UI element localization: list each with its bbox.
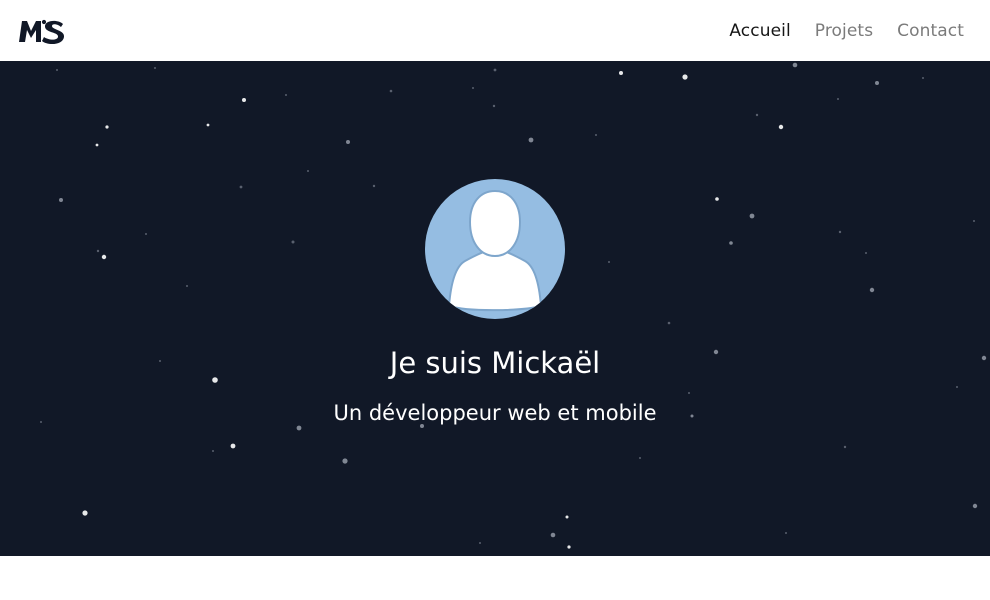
top-navbar: Accueil Projets Contact [0, 0, 990, 61]
nav-link-accueil[interactable]: Accueil [729, 21, 790, 41]
hero-content: Je suis Mickaël Un développeur web et mo… [0, 179, 990, 427]
ms-logo[interactable] [18, 16, 68, 46]
nav-link-contact[interactable]: Contact [897, 21, 964, 41]
hero-section: Je suis Mickaël Un développeur web et mo… [0, 61, 990, 556]
user-avatar-icon [425, 179, 565, 319]
page-bottom-whitespace [0, 556, 990, 600]
main-nav: Accueil Projets Contact [729, 21, 964, 41]
hero-title: Je suis Mickaël [389, 346, 601, 380]
nav-link-projets[interactable]: Projets [815, 21, 873, 41]
hero-subtitle: Un développeur web et mobile [333, 401, 657, 425]
